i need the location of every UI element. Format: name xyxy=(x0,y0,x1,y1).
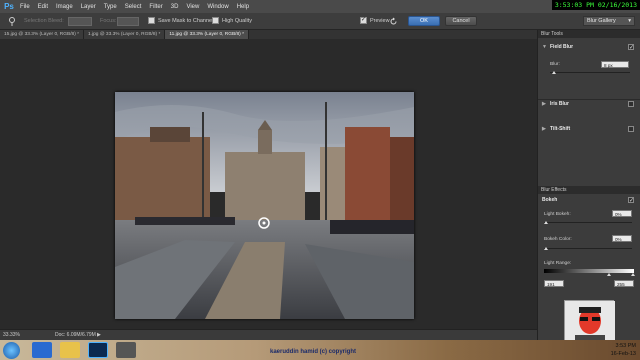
taskbar: kaeruddin hamid (c) copyright 3:53 PM 16… xyxy=(0,340,640,360)
bokeh-color-input[interactable]: 0% xyxy=(612,235,632,242)
photo-drawing xyxy=(115,92,414,319)
selection-bleed-field[interactable] xyxy=(68,17,92,26)
blur-panel: Blur Tools ▼ Field Blur Blur: 8 px ▶ Iri… xyxy=(537,30,640,345)
blur-amount-row: Blur: 8 px xyxy=(538,53,640,75)
slider-knob-icon[interactable] xyxy=(552,71,556,74)
ok-button[interactable]: OK xyxy=(408,16,440,26)
bokeh-color-label: Bokeh Color: xyxy=(544,237,572,242)
camera-app-icon[interactable] xyxy=(116,342,136,358)
clock-overlay: 3:53:03 PM 02/16/2013 xyxy=(551,0,640,10)
field-blur-checkbox[interactable] xyxy=(628,43,634,54)
blur-amount-input[interactable]: 8 px xyxy=(601,61,629,68)
start-button-icon[interactable] xyxy=(3,342,20,359)
reset-icon[interactable] xyxy=(389,17,398,26)
collapse-triangle-icon[interactable]: ▶ xyxy=(542,124,546,135)
menu-image[interactable]: Image xyxy=(52,4,77,10)
bokeh-label: Bokeh xyxy=(542,197,558,203)
focus-label: Focus: xyxy=(100,18,117,24)
slider-knob-icon[interactable] xyxy=(544,221,548,224)
menu-help[interactable]: Help xyxy=(233,4,253,10)
iris-blur-section[interactable]: ▶ Iris Blur xyxy=(538,99,640,110)
light-range-label: Light Range: xyxy=(544,261,572,266)
preview-label: Preview xyxy=(370,18,390,24)
copyright-watermark: kaeruddin hamid (c) copyright xyxy=(270,349,357,355)
tab-document-1[interactable]: 1.jpg @ 33.3% (Layer 0, RGB/8) * xyxy=(84,30,166,39)
high-quality-checkbox[interactable] xyxy=(212,17,219,24)
blur-amount-slider[interactable] xyxy=(550,72,630,73)
menu-file[interactable]: File xyxy=(16,4,34,10)
menu-view[interactable]: View xyxy=(182,4,203,10)
internet-explorer-icon[interactable] xyxy=(32,342,52,358)
pin-tool-icon[interactable] xyxy=(6,16,18,27)
menu-filter[interactable]: Filter xyxy=(145,4,166,10)
folder-icon[interactable] xyxy=(60,342,80,358)
tilt-shift-checkbox[interactable] xyxy=(628,126,634,132)
taskbar-time: 3:53 PM xyxy=(615,343,636,349)
light-bokeh-input[interactable]: 0% xyxy=(612,210,632,217)
bokeh-color-slider[interactable] xyxy=(544,248,632,249)
expand-triangle-icon[interactable]: ▼ xyxy=(542,42,547,53)
chevron-down-icon: ▾ xyxy=(628,18,631,24)
document-tabs: 15.jpg @ 33.3% (Layer 0, RGB/8) * 1.jpg … xyxy=(0,30,537,39)
avatar xyxy=(565,301,615,345)
field-blur-section[interactable]: ▼ Field Blur xyxy=(538,42,640,54)
preview-checkbox[interactable] xyxy=(360,16,367,24)
light-range-high-input[interactable]: 255 xyxy=(614,280,634,287)
photoshop-logo: Ps xyxy=(4,1,14,11)
bokeh-checkbox[interactable] xyxy=(628,196,634,207)
menu-layer[interactable]: Layer xyxy=(77,4,100,10)
tilt-shift-label: Tilt-Shift xyxy=(550,126,571,132)
options-bar: Selection Bleed: Focus: Save Mask to Cha… xyxy=(0,13,640,30)
field-blur-label: Field Blur xyxy=(550,44,574,50)
menu-select[interactable]: Select xyxy=(121,4,146,10)
selection-bleed-label: Selection Bleed: xyxy=(24,18,64,24)
taskbar-date: 16-Feb-13 xyxy=(610,351,636,357)
document-image[interactable] xyxy=(115,92,414,319)
blur-amount-label: Blur: xyxy=(550,62,560,67)
save-mask-checkbox[interactable] xyxy=(148,17,155,24)
iris-blur-checkbox[interactable] xyxy=(628,101,634,107)
canvas-area xyxy=(0,39,537,329)
light-bokeh-slider[interactable] xyxy=(544,222,632,223)
light-range-low-input[interactable]: 191 xyxy=(544,280,564,287)
tab-document-15[interactable]: 15.jpg @ 33.3% (Layer 0, RGB/8) * xyxy=(0,30,84,39)
tilt-shift-section[interactable]: ▶ Tilt-Shift xyxy=(538,124,640,135)
bokeh-section[interactable]: Bokeh xyxy=(538,195,640,207)
photoshop-taskbar-icon[interactable] xyxy=(88,342,108,358)
save-mask-label: Save Mask to Channels xyxy=(158,18,217,24)
range-low-knob-icon[interactable] xyxy=(607,273,611,276)
menu-window[interactable]: Window xyxy=(203,4,232,10)
light-range-gradient[interactable] xyxy=(544,269,634,273)
slider-knob-icon[interactable] xyxy=(544,247,548,250)
light-bokeh-label: Light Bokeh: xyxy=(544,212,571,217)
workspace-label: Blur Gallery xyxy=(587,18,616,24)
blur-tools-header: Blur Tools xyxy=(538,30,640,38)
workspace-dropdown[interactable]: Blur Gallery ▾ xyxy=(583,16,635,26)
high-quality-label: High Quality xyxy=(222,18,252,24)
menu-edit[interactable]: Edit xyxy=(34,4,52,10)
blur-effects-header: Blur Effects xyxy=(538,186,640,194)
cancel-button[interactable]: Cancel xyxy=(445,16,477,26)
webcam-overlay xyxy=(564,300,615,345)
tab-document-11[interactable]: 11.jpg @ 33.3% (Layer 0, RGB/8) * xyxy=(165,30,249,39)
focus-field[interactable] xyxy=(117,17,139,26)
menu-type[interactable]: Type xyxy=(100,4,121,10)
iris-blur-label: Iris Blur xyxy=(550,101,569,107)
status-bar: 33.33% Doc: 6.09M/6.79M ▶ xyxy=(0,329,537,340)
collapse-triangle-icon[interactable]: ▶ xyxy=(542,99,546,110)
menu-3d[interactable]: 3D xyxy=(167,4,183,10)
menu-bar: Ps File Edit Image Layer Type Select Fil… xyxy=(0,0,640,13)
system-clock[interactable]: 3:53 PM 16-Feb-13 xyxy=(611,342,636,358)
range-high-knob-icon[interactable] xyxy=(631,273,635,276)
